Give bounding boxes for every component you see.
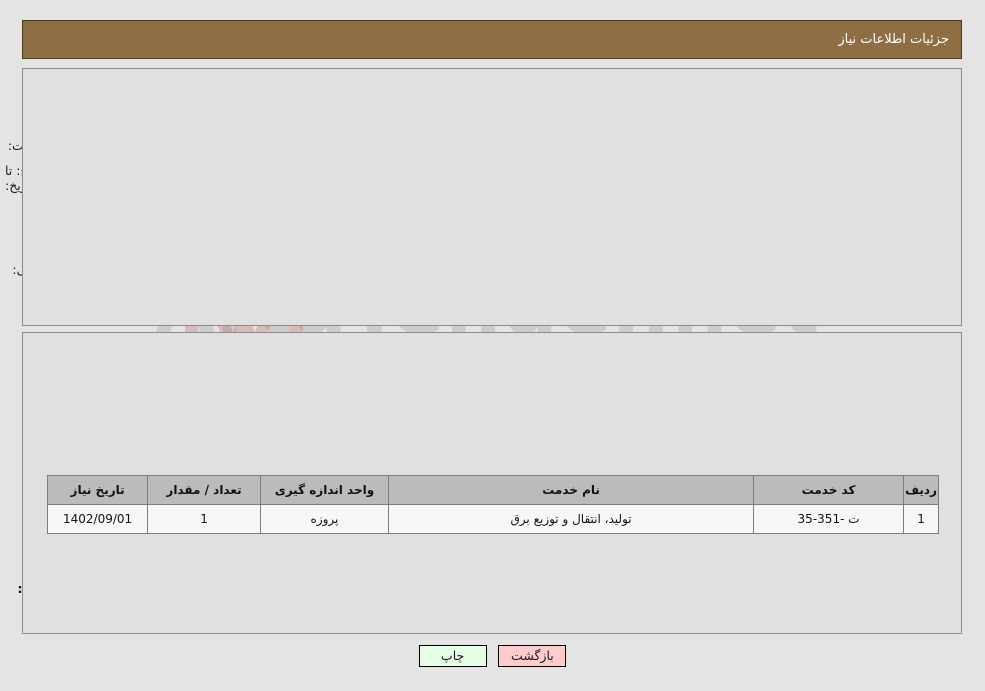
- th-unit: واحد اندازه گیری: [259, 475, 390, 505]
- table-row: 1 ت -351-35 تولید، انتقال و توزیع برق پر…: [46, 504, 939, 534]
- cell-code: ت -351-35: [753, 504, 905, 534]
- th-code: کد خدمت: [753, 475, 905, 505]
- th-date: تاریخ نیاز: [46, 475, 149, 505]
- th-index: ردیف: [903, 475, 939, 505]
- page-title: جزئیات اطلاعات نیاز: [838, 32, 949, 47]
- print-button[interactable]: چاپ: [418, 645, 487, 667]
- cell-unit: پروزه: [259, 504, 390, 534]
- cell-need-date: 1402/09/01: [46, 504, 149, 534]
- page-header-bar: جزئیات اطلاعات نیاز: [22, 20, 962, 59]
- cell-name: تولید، انتقال و توزیع برق: [388, 504, 755, 534]
- back-button[interactable]: بازگشت: [498, 645, 567, 667]
- cell-quantity: 1: [147, 504, 261, 534]
- th-quantity: تعداد / مقدار: [147, 475, 261, 505]
- services-table: ردیف کد خدمت نام خدمت واحد اندازه گیری ت…: [46, 475, 939, 534]
- need-info-panel: [22, 68, 962, 326]
- cell-index: 1: [903, 504, 939, 534]
- button-bar: بازگشت چاپ: [0, 645, 985, 667]
- th-name: نام خدمت: [388, 475, 755, 505]
- table-header-row: ردیف کد خدمت نام خدمت واحد اندازه گیری ت…: [46, 475, 939, 505]
